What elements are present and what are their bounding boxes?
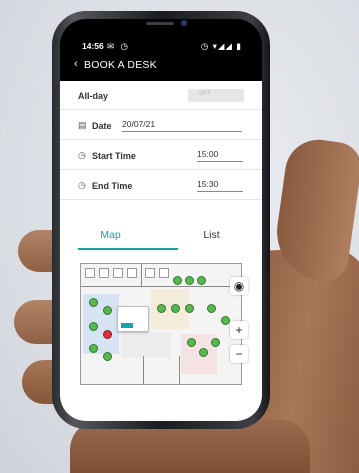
desk-available[interactable] (89, 344, 98, 353)
front-camera (181, 20, 187, 26)
date-label: Date (92, 121, 112, 131)
date-row: ▤ Date 20/07/21 (60, 111, 262, 140)
tab-map[interactable]: Map (60, 229, 161, 241)
background: 14:56 ✉ ◷ ◷ ▾◢◢ ▮ ‹ BOOK A DESK All-day … (0, 0, 359, 473)
desk-available[interactable] (211, 338, 220, 347)
desk-available[interactable] (187, 338, 196, 347)
desk-available[interactable] (89, 298, 98, 307)
view-tabs: Map List (60, 223, 262, 251)
wall (81, 286, 241, 287)
desk-available[interactable] (197, 276, 206, 285)
zoom-in-button[interactable]: + (230, 321, 248, 339)
status-time: 14:56 (82, 41, 104, 51)
end-time-label: End Time (92, 181, 133, 191)
meeting-room (145, 268, 155, 278)
wall (143, 356, 144, 384)
desk-available[interactable] (207, 304, 216, 313)
desk-selected[interactable] (103, 330, 112, 339)
signal-battery-icons: ◷ ▾◢◢ ▮ (200, 41, 242, 51)
clock-icon: ◷ (78, 150, 86, 160)
page-title: BOOK A DESK (84, 59, 157, 71)
active-tab-indicator (78, 248, 178, 250)
start-time-label: Start Time (92, 151, 136, 161)
desk-available[interactable] (171, 304, 180, 313)
desk-available[interactable] (199, 348, 208, 357)
wall (179, 356, 180, 384)
all-day-row: All-day OFF (60, 81, 262, 110)
wall (141, 264, 142, 286)
desk-available[interactable] (185, 276, 194, 285)
meeting-room (113, 268, 123, 278)
all-day-toggle-label: OFF (198, 91, 212, 97)
desk-available[interactable] (89, 322, 98, 331)
notification-icons: ✉ ◷ (107, 41, 130, 51)
calendar-icon: ▤ (78, 120, 87, 130)
desk-available[interactable] (157, 304, 166, 313)
desk-available[interactable] (185, 304, 194, 313)
zoom-out-button[interactable]: − (230, 345, 248, 363)
back-chevron-icon[interactable]: ‹ (74, 58, 78, 70)
start-time-field[interactable]: 15:00 (197, 149, 243, 162)
popup-book-button[interactable] (121, 323, 133, 328)
end-time-field[interactable]: 15:30 (197, 179, 243, 192)
clock-icon: ◷ (78, 180, 86, 190)
desk-available[interactable] (173, 276, 182, 285)
desk-available[interactable] (103, 306, 112, 315)
map-view-button[interactable]: ◉ (230, 277, 248, 295)
desk-available[interactable] (221, 316, 230, 325)
end-time-row: ◷ End Time 15:30 (60, 171, 262, 200)
app-bar: ‹ BOOK A DESK (60, 57, 262, 79)
desk-info-popup[interactable] (117, 306, 149, 332)
speaker-grille (146, 22, 174, 25)
meeting-room (159, 268, 169, 278)
all-day-toggle[interactable] (188, 89, 244, 102)
meeting-room (85, 268, 95, 278)
tab-list[interactable]: List (161, 229, 262, 241)
date-field[interactable]: 20/07/21 (122, 119, 242, 132)
desk-available[interactable] (103, 352, 112, 361)
meeting-room (99, 268, 109, 278)
phone-screen: 14:56 ✉ ◷ ◷ ▾◢◢ ▮ ‹ BOOK A DESK All-day … (60, 19, 262, 421)
all-day-label: All-day (78, 91, 109, 101)
start-time-row: ◷ Start Time 15:00 (60, 141, 262, 170)
meeting-room (127, 268, 137, 278)
floor-plan-map[interactable] (80, 263, 242, 385)
status-bar: 14:56 ✉ ◷ ◷ ▾◢◢ ▮ (60, 39, 262, 53)
booking-form: All-day OFF ▤ Date 20/07/21 ◷ Start Time… (60, 81, 262, 421)
zone-grey (121, 332, 171, 358)
